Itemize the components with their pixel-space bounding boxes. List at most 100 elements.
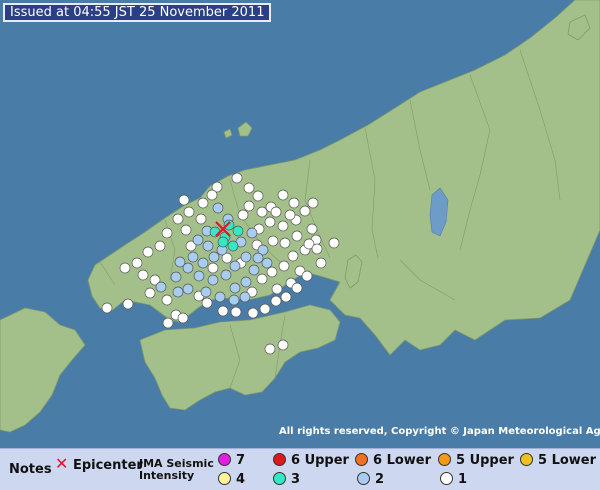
legend-jma-line2: Intensity: [139, 469, 195, 482]
station-intensity-1-marker: [162, 317, 174, 329]
legend-dot-5-upper-icon: [438, 453, 451, 466]
station-intensity-2-marker: [212, 202, 224, 214]
legend-label-3: 3: [291, 472, 301, 487]
station-intensity-1-marker: [299, 205, 311, 217]
station-intensity-1-marker: [288, 197, 300, 209]
station-intensity-2-marker: [202, 240, 214, 252]
station-intensity-1-marker: [264, 343, 276, 355]
station-intensity-1-marker: [178, 194, 190, 206]
station-intensity-2-marker: [192, 234, 204, 246]
station-intensity-2-marker: [200, 286, 212, 298]
legend-notes: Notes: [9, 462, 52, 477]
station-intensity-2-marker: [240, 251, 252, 263]
station-intensity-2-marker: [252, 252, 264, 264]
station-intensity-1-marker: [195, 213, 207, 225]
station-intensity-3-marker: [217, 236, 229, 248]
legend-epicenter: ✕ Epicenter: [55, 454, 143, 473]
station-intensity-2-marker: [261, 257, 273, 269]
legend-dot-4-icon: [218, 472, 231, 485]
station-intensity-2-marker: [248, 264, 260, 276]
legend-item-2: 2: [357, 472, 384, 487]
epicenter-x-icon: ✕: [55, 454, 69, 473]
station-intensity-2-marker: [207, 274, 219, 286]
legend-label-5-lower: 5 Lower: [538, 453, 597, 468]
station-intensity-1-marker: [180, 224, 192, 236]
station-intensity-1-marker: [142, 246, 154, 258]
station-intensity-2-marker: [155, 281, 167, 293]
station-intensity-3-marker: [232, 225, 244, 237]
station-intensity-1-marker: [243, 182, 255, 194]
station-intensity-1-marker: [247, 307, 259, 319]
station-intensity-1-marker: [207, 262, 219, 274]
station-intensity-1-marker: [267, 235, 279, 247]
station-intensity-1-marker: [197, 197, 209, 209]
legend-dot-6-lower-icon: [355, 453, 368, 466]
station-intensity-1-marker: [206, 189, 218, 201]
legend-dot-3-icon: [273, 472, 286, 485]
station-intensity-2-marker: [214, 291, 226, 303]
station-intensity-1-marker: [270, 206, 282, 218]
station-intensity-2-marker: [229, 282, 241, 294]
station-intensity-1-marker: [256, 273, 268, 285]
legend-label-5-upper: 5 Upper: [456, 453, 514, 468]
station-intensity-2-marker: [182, 283, 194, 295]
station-intensity-1-marker: [237, 209, 249, 221]
station-intensity-1-marker: [279, 237, 291, 249]
legend-dot-6-upper-icon: [273, 453, 286, 466]
legend-label-4: 4: [236, 472, 246, 487]
legend-jma-intensity: JMA Seismic Intensity: [139, 458, 214, 482]
station-intensity-1-marker: [137, 269, 149, 281]
station-intensity-1-marker: [278, 260, 290, 272]
station-intensity-2-marker: [240, 276, 252, 288]
station-intensity-1-marker: [161, 294, 173, 306]
station-intensity-2-marker: [220, 269, 232, 281]
station-intensity-1-marker: [256, 206, 268, 218]
station-intensity-1-marker: [277, 339, 289, 351]
station-intensity-1-marker: [291, 230, 303, 242]
station-intensity-1-marker: [328, 237, 340, 249]
station-intensity-1-marker: [287, 250, 299, 262]
legend-item-6-lower: 6 Lower: [355, 453, 431, 468]
station-intensity-2-marker: [172, 286, 184, 298]
station-intensity-2-marker: [229, 260, 241, 272]
station-intensity-1-marker: [277, 189, 289, 201]
station-intensity-1-marker: [271, 283, 283, 295]
station-intensity-1-marker: [277, 220, 289, 232]
station-intensity-1-marker: [172, 213, 184, 225]
station-intensity-2-marker: [246, 227, 258, 239]
station-intensity-1-marker: [183, 206, 195, 218]
station-intensity-1-marker: [307, 197, 319, 209]
legend-item-5-lower: 5 Lower: [520, 453, 596, 468]
station-intensity-1-marker: [243, 200, 255, 212]
station-intensity-2-marker: [182, 262, 194, 274]
issued-timestamp: Issued at 04:55 JST 25 November 2011: [3, 3, 272, 22]
station-intensity-2-marker: [197, 257, 209, 269]
station-intensity-2-marker: [170, 271, 182, 283]
station-intensity-1-marker: [311, 243, 323, 255]
legend-label-2: 2: [375, 472, 385, 487]
legend-item-4: 4: [218, 472, 245, 487]
station-intensity-2-marker: [228, 294, 240, 306]
legend-item-5-upper: 5 Upper: [438, 453, 514, 468]
station-intensity-1-marker: [284, 209, 296, 221]
station-intensity-2-marker: [187, 251, 199, 263]
station-intensity-1-marker: [231, 172, 243, 184]
legend-item-6-upper: 6 Upper: [273, 453, 349, 468]
legend-item-1: 1: [440, 472, 467, 487]
station-intensity-1-marker: [259, 303, 271, 315]
legend-item-3: 3: [273, 472, 300, 487]
station-intensity-1-marker: [270, 295, 282, 307]
intensity-map: [0, 0, 600, 448]
legend-item-7: 7: [218, 453, 245, 468]
station-intensity-1-marker: [264, 216, 276, 228]
station-intensity-1-marker: [144, 287, 156, 299]
legend-label-6-lower: 6 Lower: [373, 453, 432, 468]
station-intensity-2-marker: [239, 291, 251, 303]
station-intensity-1-marker: [177, 312, 189, 324]
station-intensity-2-marker: [208, 251, 220, 263]
station-intensity-1-marker: [119, 262, 131, 274]
station-intensity-1-marker: [291, 282, 303, 294]
station-intensity-1-marker: [122, 298, 134, 310]
legend-dot-2-icon: [357, 472, 370, 485]
legend-dot-7-icon: [218, 453, 231, 466]
